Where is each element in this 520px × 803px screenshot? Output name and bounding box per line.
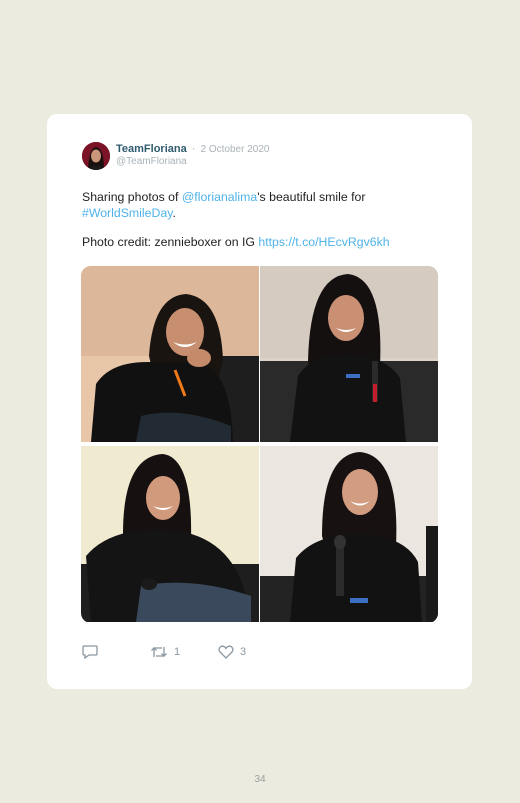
retweet-icon xyxy=(150,645,168,659)
text-segment: Sharing photos of xyxy=(82,190,182,204)
like-icon xyxy=(218,645,234,659)
tweet-card: TeamFloriana · 2 October 2020 @TeamFlori… xyxy=(47,114,472,689)
tweet-text: Sharing photos of @florianalima's beauti… xyxy=(82,189,442,250)
reply-icon xyxy=(82,644,98,659)
author-line: TeamFloriana · 2 October 2020 xyxy=(116,143,269,155)
retweet-count: 1 xyxy=(174,645,181,658)
avatar[interactable] xyxy=(82,142,110,170)
mention-link[interactable]: @florianalima xyxy=(182,190,257,204)
author-handle[interactable]: @TeamFloriana xyxy=(116,156,187,167)
photo-grid xyxy=(81,266,438,623)
credit-link[interactable]: https://t.co/HEcvRgv6kh xyxy=(258,235,389,249)
tweet-actions: 1 3 xyxy=(82,644,246,659)
like-button[interactable]: 3 xyxy=(218,645,246,659)
photo-1[interactable] xyxy=(81,266,259,442)
photo-4[interactable] xyxy=(260,446,438,622)
tweet-paragraph: Sharing photos of @florianalima's beauti… xyxy=(82,189,442,221)
text-segment: 's beautiful smile for xyxy=(257,190,366,204)
like-count: 3 xyxy=(240,645,247,658)
reply-button[interactable] xyxy=(82,644,150,659)
separator: · xyxy=(191,143,196,155)
tweet-date[interactable]: 2 October 2020 xyxy=(201,144,270,155)
author-name[interactable]: TeamFloriana xyxy=(116,143,187,155)
hashtag-link[interactable]: #WorldSmileDay xyxy=(82,206,172,220)
text-segment: . xyxy=(172,206,176,220)
credit-text: Photo credit: zennieboxer on IG xyxy=(82,235,259,249)
page-number: 34 xyxy=(254,774,266,785)
photo-2[interactable] xyxy=(260,266,438,442)
retweet-button[interactable]: 1 xyxy=(150,645,218,659)
credit-paragraph: Photo credit: zennieboxer on IG https://… xyxy=(82,234,442,250)
photo-3[interactable] xyxy=(81,446,259,622)
